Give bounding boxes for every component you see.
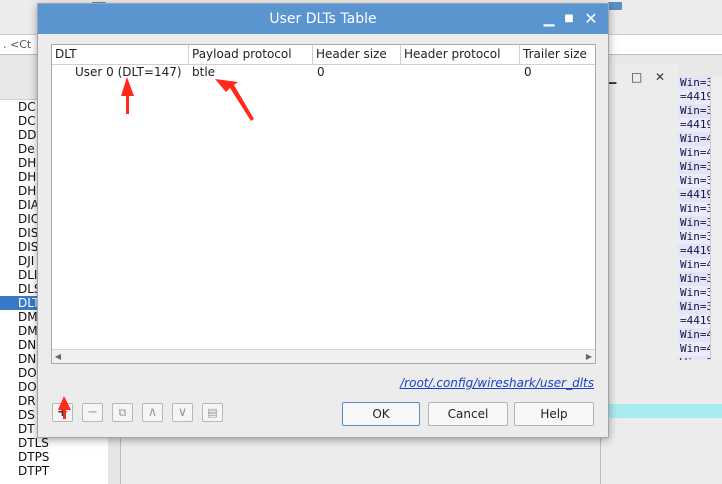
chevron-up-icon: ∧	[147, 405, 158, 420]
clear-list-icon: ▤	[207, 406, 218, 419]
close-icon[interactable]: ✕	[582, 10, 600, 28]
clear-button[interactable]: ▤	[202, 403, 223, 422]
packet-list-scrollbar[interactable]	[710, 76, 722, 360]
move-down-button[interactable]: ∨	[172, 403, 193, 422]
user-dlts-table[interactable]: DLT Payload protocol Header size Header …	[51, 44, 596, 364]
protocol-list-item[interactable]: DTLS	[0, 436, 108, 450]
dialog-title: User DLTs Table	[269, 11, 377, 27]
column-header-payload-protocol[interactable]: Payload protocol	[189, 45, 313, 64]
config-path-link[interactable]: /root/.config/wireshark/user_dlts	[394, 376, 594, 390]
cell-payload-protocol: btle	[192, 65, 216, 79]
protocol-list-item[interactable]: DTPT	[0, 464, 108, 478]
display-filter-text: . <Ct	[3, 38, 32, 51]
table-header: DLT Payload protocol Header size Header …	[52, 45, 595, 65]
selected-packet-bar	[600, 404, 722, 418]
copy-icon: ⧉	[118, 406, 127, 419]
cell-trailer-size: 0	[524, 65, 532, 79]
scroll-left-icon[interactable]: ◀	[52, 350, 64, 363]
column-header-dlt[interactable]: DLT	[52, 45, 189, 64]
close-icon[interactable]: ✕	[655, 70, 665, 84]
table-row[interactable]: User 0 (DLT=147) btle 0 0	[52, 64, 595, 80]
cell-dlt: User 0 (DLT=147)	[75, 65, 182, 79]
minus-icon: −	[87, 405, 98, 420]
column-header-trailer-size[interactable]: Trailer size	[520, 45, 595, 64]
help-button[interactable]: Help	[514, 402, 594, 426]
maximize-icon[interactable]: ■	[560, 10, 578, 28]
copy-entry-button[interactable]: ⧉	[112, 403, 133, 422]
maximize-icon[interactable]: □	[631, 70, 642, 84]
toolbar-icon[interactable]	[608, 2, 622, 10]
cancel-button[interactable]: Cancel	[428, 402, 508, 426]
chevron-down-icon: ∨	[177, 405, 188, 420]
move-up-button[interactable]: ∧	[142, 403, 163, 422]
column-header-header-size[interactable]: Header size	[313, 45, 401, 64]
horizontal-scrollbar[interactable]: ◀ ▶	[52, 349, 595, 363]
user-dlts-dialog: User DLTs Table ▁ ■ ✕ DLT Payload protoc…	[37, 3, 609, 438]
background-dialog: ▁ □ ✕	[600, 64, 678, 484]
ok-button[interactable]: OK	[342, 402, 420, 426]
dialog-titlebar[interactable]: User DLTs Table ▁ ■ ✕	[38, 4, 608, 34]
scroll-right-icon[interactable]: ▶	[583, 350, 595, 363]
remove-entry-button[interactable]: −	[82, 403, 103, 422]
background-dialog-titlebar: ▁ □ ✕	[601, 64, 678, 92]
column-header-header-protocol[interactable]: Header protocol	[401, 45, 520, 64]
cell-header-size: 0	[317, 65, 325, 79]
protocol-list-item[interactable]: DTPS	[0, 450, 108, 464]
add-entry-button[interactable]: +	[52, 403, 73, 422]
minimize-icon[interactable]: ▁	[540, 10, 558, 28]
plus-icon: +	[57, 405, 68, 420]
